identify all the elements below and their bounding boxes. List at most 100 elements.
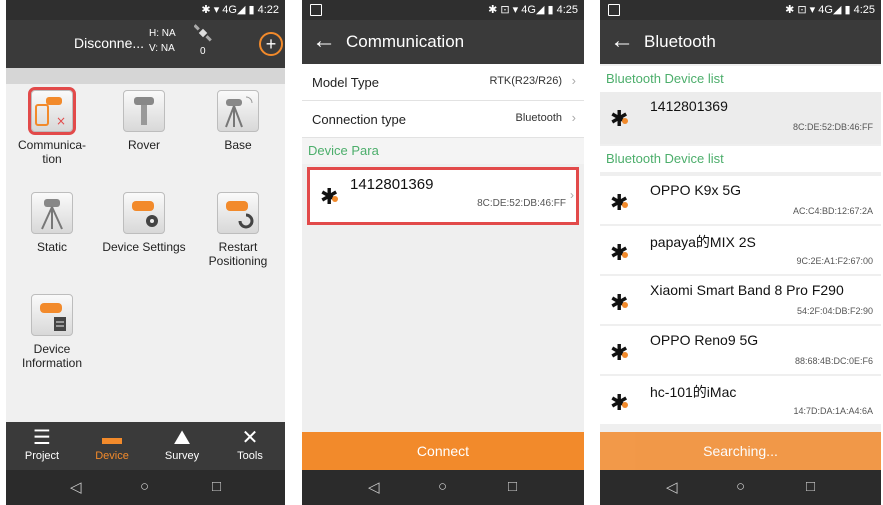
tile-rover[interactable]: Rover bbox=[98, 90, 190, 152]
v-precision: V: NA bbox=[149, 43, 175, 54]
tile-base[interactable]: Base bbox=[192, 90, 284, 152]
app-bar: ← Bluetooth bbox=[600, 20, 881, 64]
tile-label: Base bbox=[224, 138, 252, 152]
receiver-icon: ▬ bbox=[102, 427, 122, 449]
tile-restart-positioning[interactable]: Restart Positioning bbox=[192, 192, 284, 268]
list-icon: ☰ bbox=[33, 427, 51, 449]
back-icon[interactable]: ◁ bbox=[368, 478, 380, 496]
back-icon[interactable]: ◁ bbox=[666, 478, 678, 496]
device-settings-icon bbox=[123, 192, 165, 234]
nav-label: Project bbox=[24, 450, 60, 462]
tile-device-information[interactable]: Device Information bbox=[6, 294, 98, 370]
device-name: OPPO Reno9 5G bbox=[650, 332, 759, 348]
searching-button[interactable]: Searching... bbox=[600, 432, 881, 470]
status-time: 4:25 bbox=[853, 4, 875, 16]
survey-icon: ⛰ bbox=[173, 427, 191, 449]
connection-type-value: Bluetooth bbox=[515, 112, 562, 124]
home-icon[interactable]: ○ bbox=[438, 478, 447, 495]
device-row[interactable]: ✱ OPPO Reno9 5G 88:68:4B:DC:0E:F6 bbox=[600, 326, 881, 374]
paired-device-row[interactable]: ✱ 1412801369 8C:DE:52:DB:46:FF bbox=[600, 92, 881, 144]
device-row[interactable]: ✱ OPPO K9x 5G AC:C4:BD:12:67:2A bbox=[600, 176, 881, 224]
nav-tools[interactable]: ✕ Tools bbox=[220, 426, 280, 462]
status-bar: ✱ ⊡ ▾ 4G◢ ▮ 4:25 bbox=[302, 0, 584, 20]
nav-label: Device bbox=[95, 450, 129, 462]
bluetooth-dot bbox=[332, 196, 338, 202]
recents-icon[interactable]: □ bbox=[806, 478, 815, 495]
status-time: 4:25 bbox=[556, 4, 578, 16]
tripod-icon bbox=[225, 96, 253, 128]
nav-label: Tools bbox=[237, 450, 263, 462]
system-nav-bar: ◁ ○ □ bbox=[302, 470, 584, 505]
available-list-header: Bluetooth Device list bbox=[600, 146, 881, 172]
page-title: Bluetooth bbox=[644, 32, 716, 51]
communication-screen: ✱ ⊡ ▾ 4G◢ ▮ 4:25 ← Communication Model T… bbox=[302, 0, 584, 505]
tile-label: Restart Positioning bbox=[208, 240, 268, 268]
page-title: Communication bbox=[346, 32, 465, 51]
status-bar: ✱ ▾ 4G◢ ▮ 4:22 bbox=[6, 0, 285, 20]
device-mac: 8C:DE:52:DB:46:FF bbox=[477, 198, 566, 209]
static-icon bbox=[31, 192, 73, 234]
svg-text:×: × bbox=[56, 114, 66, 128]
system-nav-bar: ◁ ○ □ bbox=[6, 470, 285, 505]
tripod-icon bbox=[41, 199, 63, 230]
precision-readout: H: NA V: NA bbox=[149, 26, 176, 56]
add-button[interactable]: + bbox=[259, 32, 283, 56]
gear-icon bbox=[132, 201, 158, 227]
home-icon[interactable]: ○ bbox=[736, 478, 745, 495]
selected-device-card[interactable]: ✱ 1412801369 8C:DE:52:DB:46:FF › bbox=[307, 167, 579, 225]
device-para-header: Device Para bbox=[302, 138, 584, 164]
back-arrow-icon[interactable]: ← bbox=[610, 28, 634, 54]
rover-icon bbox=[123, 90, 165, 132]
device-information-icon bbox=[31, 294, 73, 336]
chevron-right-icon: › bbox=[571, 73, 576, 88]
communication-icon: × bbox=[28, 87, 76, 135]
app-bar: ← Communication bbox=[302, 20, 584, 64]
recents-icon[interactable]: □ bbox=[212, 478, 221, 495]
nav-project[interactable]: ☰ Project bbox=[12, 426, 72, 462]
restart-positioning-icon bbox=[217, 192, 259, 234]
device-name: hc-101的iMac bbox=[650, 384, 737, 400]
tile-label: Rover bbox=[127, 138, 160, 152]
status-right: ✱ ▾ 4G◢ ▮ 4:22 bbox=[201, 3, 279, 16]
tile-static[interactable]: Static bbox=[6, 192, 98, 254]
system-nav-bar: ◁ ○ □ bbox=[600, 470, 881, 505]
nav-survey[interactable]: ⛰ Survey bbox=[152, 426, 212, 462]
model-type-label: Model Type bbox=[312, 75, 379, 90]
refresh-icon bbox=[226, 201, 254, 229]
device-row[interactable]: ✱ hc-101的iMac 14:7D:DA:1A:A4:6A bbox=[600, 376, 881, 424]
bluetooth-dot bbox=[622, 302, 628, 308]
device-row[interactable]: ✱ Xiaomi Smart Band 8 Pro F290 54:2F:04:… bbox=[600, 276, 881, 324]
bluetooth-screen: ✱ ⊡ ▾ 4G◢ ▮ 4:25 ← Bluetooth Bluetooth D… bbox=[600, 0, 881, 505]
device-mac: 88:68:4B:DC:0E:F6 bbox=[794, 356, 873, 366]
status-right: ✱ ⊡ ▾ 4G◢ ▮ 4:25 bbox=[785, 3, 875, 16]
status-icons: ✱ ⊡ ▾ 4G◢ ▮ bbox=[785, 4, 851, 16]
device-mac: AC:C4:BD:12:67:2A bbox=[792, 206, 873, 216]
home-icon[interactable]: ○ bbox=[140, 478, 149, 495]
tile-device-settings[interactable]: Device Settings bbox=[98, 192, 190, 254]
document-icon bbox=[40, 303, 66, 331]
chevron-right-icon: › bbox=[571, 110, 576, 125]
back-arrow-icon[interactable]: ← bbox=[312, 28, 336, 54]
bluetooth-dot bbox=[622, 252, 628, 258]
connect-button[interactable]: Connect bbox=[302, 432, 584, 470]
connection-status[interactable]: Disconne... bbox=[74, 35, 144, 51]
bluetooth-dot bbox=[622, 202, 628, 208]
tile-label: Device Settings bbox=[102, 240, 186, 254]
device-name: Xiaomi Smart Band 8 Pro F290 bbox=[650, 282, 844, 298]
recents-icon[interactable]: □ bbox=[508, 478, 517, 495]
nav-device[interactable]: ▬ Device bbox=[82, 426, 142, 462]
base-icon bbox=[217, 90, 259, 132]
h-precision: H: NA bbox=[149, 28, 176, 39]
device-row[interactable]: ✱ papaya的MIX 2S 9C:2E:A1:F2:67:00 bbox=[600, 226, 881, 274]
chevron-right-icon: › bbox=[570, 188, 574, 202]
connection-type-row[interactable]: Connection type Bluetooth › bbox=[302, 101, 584, 138]
back-icon[interactable]: ◁ bbox=[70, 478, 82, 496]
device-mac: 54:2F:04:DB:F2:90 bbox=[796, 306, 873, 316]
device-name: papaya的MIX 2S bbox=[650, 234, 756, 250]
device-mac: 9C:2E:A1:F2:67:00 bbox=[796, 256, 873, 266]
bluetooth-dot bbox=[622, 352, 628, 358]
tile-communication[interactable]: × Communica- tion bbox=[6, 87, 98, 166]
model-type-row[interactable]: Model Type RTK(R23/R26) › bbox=[302, 64, 584, 101]
satellite-icon bbox=[194, 24, 212, 42]
notification-icon bbox=[608, 4, 620, 16]
